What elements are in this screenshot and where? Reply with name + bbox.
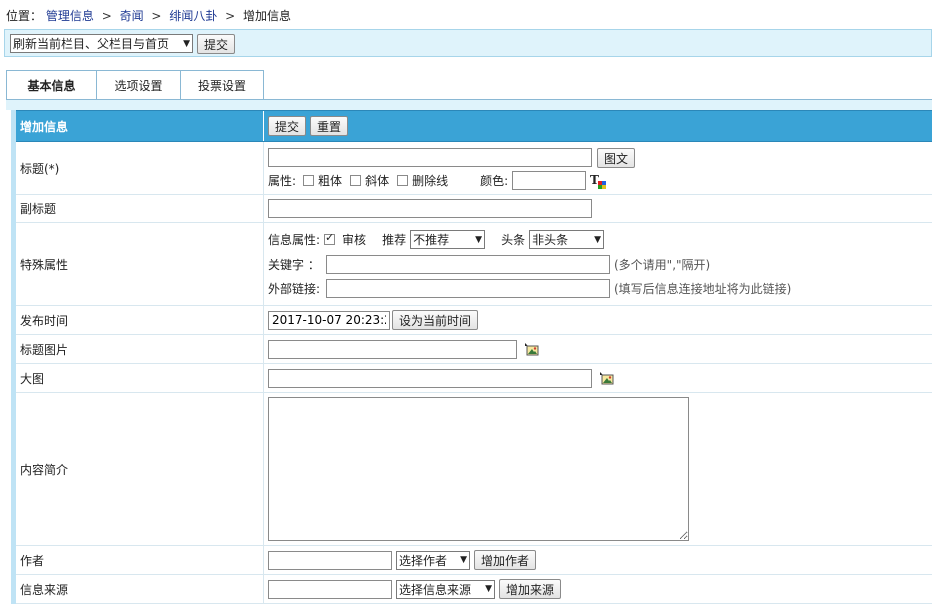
- audit-checkbox[interactable]: [324, 231, 336, 245]
- breadcrumb-link-manage[interactable]: 管理信息: [46, 9, 94, 23]
- special-attr-label: 特殊属性: [16, 223, 264, 305]
- breadcrumb-separator: >: [151, 9, 162, 23]
- add-info-form: 增加信息 提交 重置 标题(*) 图文 属性: 粗体 斜体 删除线 颜色: T …: [11, 110, 932, 604]
- tuwen-button[interactable]: 图文: [597, 148, 636, 168]
- publish-time-input[interactable]: [268, 310, 390, 330]
- subtitle-input[interactable]: [268, 199, 592, 218]
- italic-checkbox[interactable]: [350, 175, 362, 186]
- title-image-row: 标题图片: [16, 335, 932, 364]
- refresh-scope-select[interactable]: 刷新当前栏目、父栏目与首页 ▼: [10, 34, 193, 53]
- source-label: 信息来源: [16, 575, 264, 603]
- source-select-value: 选择信息来源: [399, 582, 472, 597]
- color-label: 颜色:: [480, 174, 509, 188]
- keyword-hint: (多个请用","隔开): [614, 258, 711, 272]
- title-image-input[interactable]: [268, 339, 517, 359]
- breadcrumb-separator: >: [101, 9, 112, 23]
- tab-options[interactable]: 选项设置: [96, 70, 181, 99]
- svg-text:T: T: [590, 173, 599, 187]
- summary-row: 内容简介: [16, 393, 932, 546]
- author-select-value: 选择作者: [399, 553, 448, 568]
- tab-vote[interactable]: 投票设置: [180, 70, 264, 99]
- breadcrumb-separator: >: [225, 9, 236, 23]
- source-input[interactable]: [268, 579, 392, 599]
- reset-button[interactable]: 重置: [310, 116, 349, 136]
- publish-time-label: 发布时间: [16, 306, 264, 334]
- audit-label: 审核: [342, 233, 367, 247]
- tab-basic-info[interactable]: 基本信息: [6, 70, 97, 99]
- bold-label: 粗体: [318, 174, 343, 188]
- recommend-label: 推荐: [382, 233, 407, 247]
- summary-label: 内容简介: [16, 393, 264, 545]
- external-link-label: 外部链接:: [268, 282, 321, 296]
- headline-label: 头条: [501, 233, 526, 247]
- title-image-label: 标题图片: [16, 335, 264, 363]
- source-row: 信息来源 选择信息来源 ▼ 增加来源: [16, 575, 932, 604]
- info-attr-label: 信息属性:: [268, 233, 321, 247]
- chevron-down-icon: ▼: [475, 234, 483, 245]
- title-color-input[interactable]: [512, 171, 587, 190]
- big-image-input[interactable]: [268, 368, 592, 388]
- source-select[interactable]: 选择信息来源 ▼: [396, 579, 495, 599]
- chevron-down-icon: ▼: [594, 234, 602, 245]
- big-image-label: 大图: [16, 364, 264, 392]
- author-label: 作者: [16, 546, 264, 574]
- breadcrumb-current: 增加信息: [243, 9, 292, 23]
- refresh-scope-value: 刷新当前栏目、父栏目与首页: [13, 37, 170, 51]
- subtitle-row: 副标题: [16, 195, 932, 223]
- summary-textarea[interactable]: [268, 397, 689, 541]
- author-input[interactable]: [268, 550, 392, 570]
- headline-select[interactable]: 非头条 ▼: [529, 230, 605, 249]
- title-label: 标题(*): [16, 142, 264, 194]
- chevron-down-icon: ▼: [485, 584, 492, 594]
- add-author-button[interactable]: 增加作者: [474, 550, 537, 570]
- breadcrumb: 位置： 管理信息 > 奇闻 > 绯闻八卦 > 增加信息: [6, 7, 291, 24]
- set-current-time-button[interactable]: 设为当前时间: [392, 310, 479, 330]
- subtitle-label: 副标题: [16, 195, 264, 222]
- big-image-row: 大图: [16, 364, 932, 393]
- top-toolbar: 刷新当前栏目、父栏目与首页 ▼ 提交: [4, 29, 932, 57]
- breadcrumb-link-gossip[interactable]: 绯闻八卦: [169, 9, 217, 23]
- strike-label: 删除线: [412, 174, 449, 188]
- form-header-row: 增加信息 提交 重置: [16, 110, 932, 142]
- submit-button[interactable]: 提交: [268, 116, 307, 136]
- keyword-label: 关键字 ：: [268, 258, 320, 272]
- italic-label: 斜体: [365, 174, 390, 188]
- image-picker-icon[interactable]: [525, 343, 539, 356]
- recommend-select[interactable]: 不推荐 ▼: [410, 230, 486, 249]
- title-row: 标题(*) 图文 属性: 粗体 斜体 删除线 颜色: T: [16, 142, 932, 195]
- title-input[interactable]: [268, 148, 592, 167]
- chevron-down-icon: ▼: [183, 38, 190, 49]
- chevron-down-icon: ▼: [460, 555, 467, 565]
- author-row: 作者 选择作者 ▼ 增加作者: [16, 546, 932, 575]
- external-link-input[interactable]: [326, 279, 610, 298]
- toolbar-submit-button[interactable]: 提交: [197, 34, 236, 54]
- publish-time-row: 发布时间 设为当前时间: [16, 306, 932, 335]
- strike-checkbox[interactable]: [397, 175, 409, 186]
- image-picker-icon[interactable]: [600, 372, 614, 385]
- tab-panel-strip: [6, 100, 932, 110]
- form-header-title: 增加信息: [16, 111, 264, 141]
- keyword-input[interactable]: [326, 255, 610, 274]
- breadcrumb-link-qiwen[interactable]: 奇闻: [120, 9, 144, 23]
- external-link-hint: (填写后信息连接地址将为此链接): [614, 282, 792, 296]
- author-select[interactable]: 选择作者 ▼: [396, 550, 470, 570]
- headline-value: 非头条: [532, 233, 569, 247]
- breadcrumb-prefix: 位置：: [6, 9, 43, 23]
- special-attr-row: 特殊属性 信息属性: 审核 推荐 不推荐 ▼ 头条 非头条 ▼ 关键字 ：: [16, 223, 932, 306]
- color-picker-icon[interactable]: T: [590, 173, 608, 189]
- attr-label: 属性:: [268, 174, 297, 188]
- add-source-button[interactable]: 增加来源: [499, 579, 562, 599]
- recommend-value: 不推荐: [413, 233, 450, 247]
- bold-checkbox[interactable]: [303, 175, 315, 186]
